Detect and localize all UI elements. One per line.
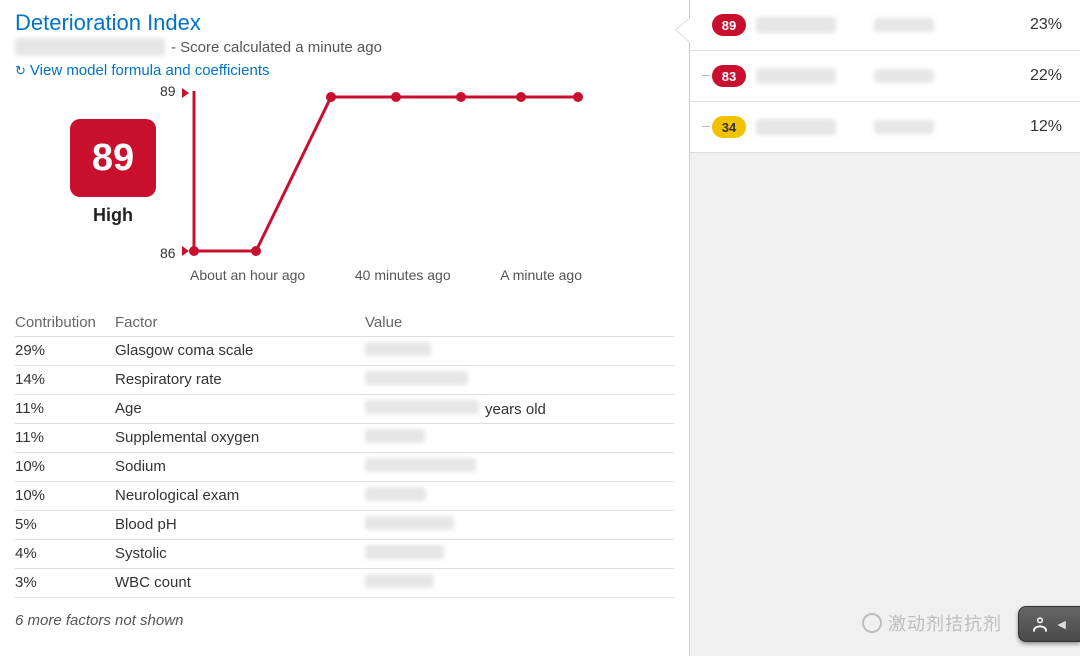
patient-list-panel: 89 23% 83 22% 34 12% 激动剂拮抗剂 ◄ (690, 0, 1080, 656)
cell-contribution: 29% (15, 342, 115, 360)
col-value: Value (365, 314, 674, 331)
marker-top-icon (182, 88, 189, 98)
cell-value (365, 371, 674, 389)
marker-bottom-icon (182, 246, 189, 256)
cell-factor: Supplemental oxygen (115, 429, 365, 447)
trend-chart-svg (186, 89, 586, 289)
connector-icon (702, 75, 710, 76)
model-formula-link[interactable]: View model formula and coefficients (15, 62, 674, 79)
cell-contribution: 3% (15, 574, 115, 592)
factors-table: Contribution Factor Value 29%Glasgow com… (15, 309, 674, 629)
cell-value (365, 458, 674, 476)
table-header: Contribution Factor Value (15, 309, 674, 337)
table-row: 14%Respiratory rate (15, 366, 674, 395)
cell-factor: Sodium (115, 458, 365, 476)
watermark-icon (862, 613, 882, 633)
cell-factor: Glasgow coma scale (115, 342, 365, 360)
patient-percent: 23% (1030, 16, 1062, 34)
chevron-left-icon: ◄ (1055, 616, 1069, 632)
redacted-value (365, 342, 431, 356)
patient-row[interactable]: 89 23% (690, 0, 1080, 51)
x-tick: 40 minutes ago (355, 267, 451, 283)
col-factor: Factor (115, 314, 365, 331)
refresh-icon (15, 62, 26, 79)
redacted-patient-name (756, 119, 836, 135)
redacted-value (365, 400, 479, 414)
cell-value (365, 487, 674, 505)
person-icon (1031, 615, 1049, 633)
redacted-value (365, 574, 434, 588)
redacted-value (365, 487, 426, 501)
cell-factor: WBC count (115, 574, 365, 592)
page-title: Deterioration Index (15, 10, 674, 36)
cell-contribution: 11% (15, 400, 115, 418)
redacted-value (365, 371, 468, 385)
cell-factor: Respiratory rate (115, 371, 365, 389)
cell-value-suffix: years old (485, 401, 546, 418)
table-row: 29%Glasgow coma scale (15, 337, 674, 366)
subtitle-suffix: - Score calculated a minute ago (171, 39, 382, 56)
cell-value (365, 545, 674, 563)
redacted-value (365, 458, 476, 472)
score-level: High (93, 205, 133, 226)
cell-value (365, 516, 674, 534)
redacted-value (365, 545, 444, 559)
y-tick-bottom: 86 (160, 245, 176, 261)
redacted-patient-detail (874, 69, 934, 83)
patient-percent: 12% (1030, 118, 1062, 136)
redacted-patient-detail (874, 120, 934, 134)
cell-value (365, 574, 674, 592)
cell-factor: Age (115, 400, 365, 418)
cell-contribution: 10% (15, 487, 115, 505)
cell-factor: Systolic (115, 545, 365, 563)
cell-value: years old (365, 400, 674, 418)
table-row: 10%Neurological exam (15, 482, 674, 511)
score-badge: 89 (712, 14, 746, 36)
x-axis-labels: About an hour ago 40 minutes ago A minut… (186, 267, 586, 283)
subtitle: - Score calculated a minute ago (15, 38, 674, 56)
cell-factor: Neurological exam (115, 487, 365, 505)
chat-tab[interactable]: ◄ (1018, 606, 1080, 642)
watermark: 激动剂拮抗剂 (862, 610, 1002, 636)
y-tick-top: 89 (160, 83, 176, 99)
table-row: 11%Age years old (15, 395, 674, 424)
cell-contribution: 14% (15, 371, 115, 389)
cell-contribution: 11% (15, 429, 115, 447)
patient-percent: 22% (1030, 67, 1062, 85)
watermark-text: 激动剂拮抗剂 (888, 610, 1002, 636)
table-row: 4%Systolic (15, 540, 674, 569)
redacted-patient-detail (874, 18, 934, 32)
redacted-patient-name (15, 38, 165, 56)
trend-chart: 89 86 About an hour ago 40 m (186, 89, 586, 289)
detail-panel: Deterioration Index - Score calculated a… (0, 0, 690, 656)
patient-row[interactable]: 34 12% (690, 102, 1080, 153)
x-tick: A minute ago (500, 267, 582, 283)
more-factors-note: 6 more factors not shown (15, 612, 674, 629)
cell-value (365, 429, 674, 447)
redacted-patient-name (756, 17, 836, 33)
score-badge: 34 (712, 116, 746, 138)
x-tick: About an hour ago (190, 267, 305, 283)
redacted-patient-name (756, 68, 836, 84)
table-row: 10%Sodium (15, 453, 674, 482)
redacted-value (365, 516, 454, 530)
patient-row[interactable]: 83 22% (690, 51, 1080, 102)
cell-value (365, 342, 674, 360)
model-formula-link-label: View model formula and coefficients (30, 62, 270, 79)
cell-factor: Blood pH (115, 516, 365, 534)
cell-contribution: 5% (15, 516, 115, 534)
connector-icon (702, 126, 710, 127)
table-row: 5%Blood pH (15, 511, 674, 540)
table-row: 3%WBC count (15, 569, 674, 598)
table-row: 11%Supplemental oxygen (15, 424, 674, 453)
redacted-value (365, 429, 425, 443)
score-summary: 89 High (70, 119, 156, 226)
cell-contribution: 4% (15, 545, 115, 563)
col-contribution: Contribution (15, 314, 115, 331)
score-value: 89 (70, 119, 156, 197)
cell-contribution: 10% (15, 458, 115, 476)
score-badge: 83 (712, 65, 746, 87)
